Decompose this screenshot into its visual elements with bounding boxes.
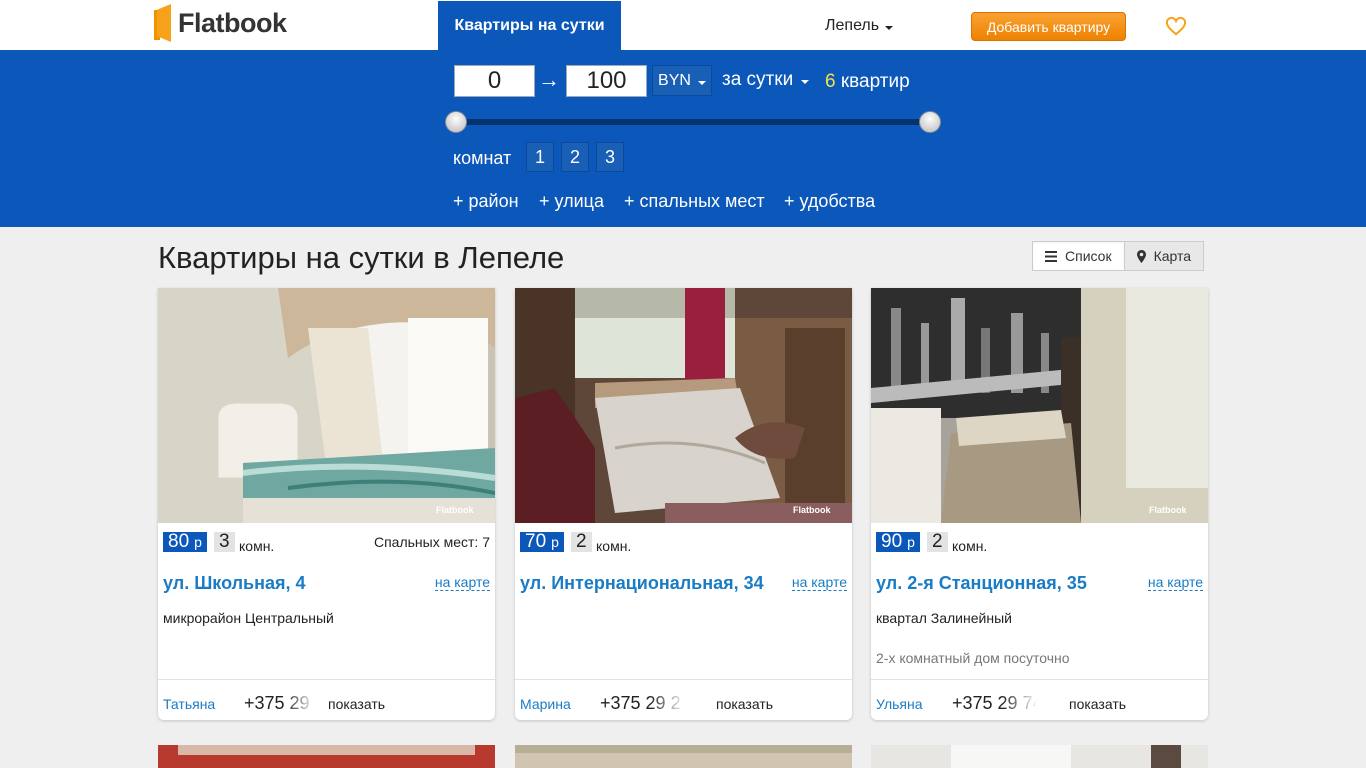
period-value: за сутки xyxy=(722,69,794,90)
card-divider xyxy=(158,679,495,680)
rooms-badge: 2 xyxy=(927,532,948,552)
show-phone-button[interactable]: показать xyxy=(716,696,773,712)
price-value: 90 xyxy=(881,531,903,552)
sleeping-places: Спальных мест: 7 xyxy=(373,534,490,550)
price-currency: р xyxy=(194,534,202,550)
listing-card[interactable]: Flatbook 80 р 3 комн. Спальных мест: 7 у… xyxy=(158,288,495,720)
add-amenities-filter[interactable]: + удобства xyxy=(784,191,875,212)
show-phone-button[interactable]: показать xyxy=(328,696,385,712)
listing-district: квартал Залинейный xyxy=(876,610,1012,626)
brand-name: Flatbook xyxy=(178,7,287,38)
price-min-input[interactable]: 0 xyxy=(454,65,535,97)
apartment-photo[interactable]: Flatbook xyxy=(515,288,852,523)
listing-street-link[interactable]: ул. Интернациональная, 34 xyxy=(520,573,764,594)
card-divider xyxy=(871,679,1208,680)
view-list-label: Список xyxy=(1065,248,1112,264)
view-map-button[interactable]: Карта xyxy=(1124,241,1205,271)
phone-masked: +375 29 2 xyxy=(600,693,681,713)
show-on-map-link[interactable]: на карте xyxy=(434,574,490,591)
photo-watermark: Flatbook xyxy=(1149,505,1187,515)
brand-logo[interactable]: Flatbook xyxy=(154,4,287,42)
rooms-unit: комн. xyxy=(952,538,988,554)
add-district-filter[interactable]: + район xyxy=(453,191,519,212)
price-badge: 80 р xyxy=(163,532,207,552)
price-currency: р xyxy=(551,534,559,550)
rooms-filter-3[interactable]: 3 xyxy=(596,142,624,172)
results-count-number: 6 xyxy=(825,71,836,92)
price-range-arrow: → xyxy=(538,67,560,92)
rooms-unit: комн. xyxy=(239,538,275,554)
results-count: 6 квартир xyxy=(825,71,910,93)
add-beds-filter[interactable]: + спальных мест xyxy=(624,191,765,212)
currency-select[interactable]: BYN xyxy=(652,65,712,96)
caret-down-icon xyxy=(697,80,706,85)
photo-watermark: Flatbook xyxy=(436,505,474,515)
city-name: Лепель xyxy=(825,17,880,34)
apartment-photo[interactable]: Flatbook xyxy=(871,288,1208,523)
price-badge: 90 р xyxy=(876,532,920,552)
page-title: Квартиры на сутки в Лепеле xyxy=(158,240,565,275)
add-apartment-button[interactable]: Добавить квартиру xyxy=(971,12,1126,41)
add-street-filter[interactable]: + улица xyxy=(539,191,604,212)
results-count-label: квартир xyxy=(840,71,910,92)
price-slider-track[interactable] xyxy=(456,119,930,125)
listing-description: 2-х комнатный дом посуточно xyxy=(876,650,1070,666)
nav-apartments-daily[interactable]: Квартиры на сутки xyxy=(438,1,621,50)
period-select[interactable]: за сутки xyxy=(722,69,810,91)
rooms-filter-1[interactable]: 1 xyxy=(526,142,554,172)
city-selector[interactable]: Лепель xyxy=(825,17,894,35)
price-badge: 70 р xyxy=(520,532,564,552)
rooms-badge: 2 xyxy=(571,532,592,552)
card-divider xyxy=(515,679,852,680)
listing-card[interactable]: Flatbook 90 р 2 комн. ул. 2-я Станционна… xyxy=(871,288,1208,720)
show-on-map-link[interactable]: на карте xyxy=(791,574,847,591)
price-value: 70 xyxy=(525,531,547,552)
next-listing-photo[interactable] xyxy=(158,745,495,768)
price-slider-min-handle[interactable] xyxy=(445,111,467,133)
show-phone-button[interactable]: показать xyxy=(1069,696,1126,712)
view-list-button[interactable]: Список xyxy=(1032,241,1125,271)
heart-icon[interactable] xyxy=(1165,16,1187,36)
rooms-filter-label: комнат xyxy=(453,148,512,168)
show-on-map-link[interactable]: на карте xyxy=(1147,574,1203,591)
view-toggle: Список Карта xyxy=(1032,241,1205,271)
owner-name-link[interactable]: Марина xyxy=(520,696,571,712)
search-filter-panel: 0 → 100 BYN за сутки 6 квартир комнат 1 … xyxy=(0,50,1366,227)
currency-value: BYN xyxy=(658,71,691,89)
list-icon xyxy=(1045,250,1057,262)
next-listing-photo[interactable] xyxy=(515,745,852,768)
rooms-unit: комн. xyxy=(596,538,632,554)
owner-name-link[interactable]: Татьяна xyxy=(163,696,215,712)
map-marker-icon xyxy=(1136,249,1146,263)
photo-watermark: Flatbook xyxy=(793,505,831,515)
price-slider-max-handle[interactable] xyxy=(919,111,941,133)
phone-masked: +375 29 xyxy=(244,693,310,713)
price-value: 80 xyxy=(168,531,190,552)
view-map-label: Карта xyxy=(1153,248,1192,264)
caret-down-icon xyxy=(801,80,810,84)
rooms-filter-2[interactable]: 2 xyxy=(561,142,589,172)
price-max-input[interactable]: 100 xyxy=(566,65,647,97)
door-logo-icon xyxy=(154,4,172,42)
phone-masked: +375 29 74 xyxy=(952,693,1042,713)
listing-district: микрорайон Центральный xyxy=(163,610,334,626)
caret-down-icon xyxy=(885,26,894,30)
rooms-badge: 3 xyxy=(214,532,235,552)
listing-card[interactable]: Flatbook 70 р 2 комн. ул. Интернациональ… xyxy=(515,288,852,720)
owner-name-link[interactable]: Ульяна xyxy=(876,696,923,712)
next-listing-photo[interactable] xyxy=(871,745,1208,768)
top-header: Flatbook Квартиры на сутки Лепель Добави… xyxy=(0,0,1366,50)
listing-street-link[interactable]: ул. 2-я Станционная, 35 xyxy=(876,573,1087,594)
price-currency: р xyxy=(907,534,915,550)
listing-street-link[interactable]: ул. Школьная, 4 xyxy=(163,573,306,594)
apartment-photo[interactable]: Flatbook xyxy=(158,288,495,523)
